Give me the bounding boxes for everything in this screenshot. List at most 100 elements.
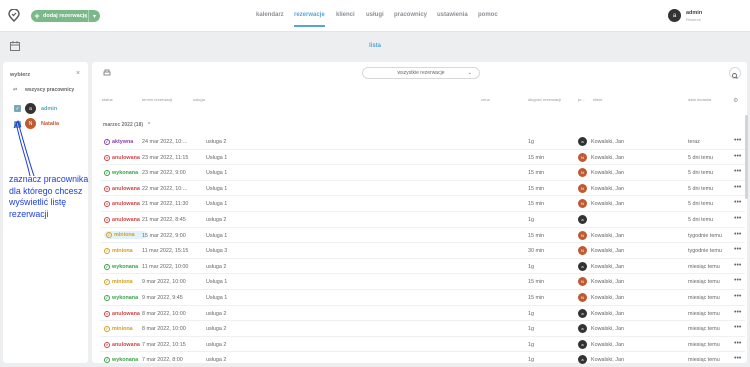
status-icon: × <box>104 217 110 223</box>
search-button[interactable] <box>729 67 741 79</box>
nav-calendar[interactable]: kalendarz <box>256 12 284 18</box>
table-row[interactable]: ✓ wykonana 9 mar 2022, 9:45 Usługa 1 15 min N… <box>100 290 745 306</box>
more-options-icon[interactable]: ••• <box>734 324 741 331</box>
status-label: miniona <box>112 248 133 255</box>
calendar-icon[interactable] <box>10 41 20 51</box>
table-row[interactable]: × anulowana 21 mar 2022, 8:45 usługa 2 1g a 5 … <box>100 212 745 228</box>
table-row[interactable]: × anulowana 7 mar 2022, 10:15 usługa 2 1g a Ko… <box>100 337 745 353</box>
app-logo-icon[interactable] <box>8 9 20 22</box>
scrollbar[interactable] <box>745 115 748 199</box>
column-header-added[interactable]: data dodania <box>688 97 711 102</box>
column-header-date[interactable]: termin rezerwacji <box>142 97 172 102</box>
client-name[interactable]: Kowalski, Jan <box>591 279 624 285</box>
more-options-icon[interactable]: ••• <box>734 184 741 191</box>
table-row[interactable]: ✓ aktywna 24 mar 2022, 10:... usługa 2 1g a Ko… <box>100 134 745 150</box>
more-options-icon[interactable]: ••• <box>734 199 741 206</box>
status-badge: ✓ aktywna <box>104 139 133 145</box>
more-options-icon[interactable]: ••• <box>734 355 741 362</box>
status-badge: ✓ miniona <box>104 326 133 333</box>
table-row[interactable]: ✓ wykonana 7 mar 2022, 8:00 usługa 2 1g a Kowa… <box>100 352 745 367</box>
more-options-icon[interactable]: ••• <box>734 262 741 269</box>
reservation-duration: 1g <box>528 341 534 348</box>
client-name[interactable]: Kowalski, Jan <box>591 357 624 363</box>
reservation-duration: 15 min <box>528 232 545 239</box>
table-row[interactable]: ✓ miniona 8 mar 2022, 10:00 usługa 2 1g a Kowa… <box>100 321 745 337</box>
sidebar-item-all-employees[interactable]: wszyscy pracownicy <box>25 87 74 93</box>
status-badge: ✓ wykonana <box>104 295 138 301</box>
client-name[interactable]: Kowalski, Jan <box>591 326 624 332</box>
column-header-duration[interactable]: długość rezerwacji <box>528 97 561 102</box>
column-header-status[interactable]: status <box>102 97 113 102</box>
table-row[interactable]: × anulowana 21 mar 2022, 11:30 Usługa 1 15 m… <box>100 196 745 212</box>
table-row[interactable]: ✓ wykonana 23 mar 2022, 9:00 Usługa 1 15 min… <box>100 165 745 181</box>
chevron-up-icon: ⌃ <box>147 122 152 128</box>
avatar: N <box>578 199 587 209</box>
column-header-service[interactable]: usługa <box>193 97 205 102</box>
table-row[interactable]: ✓ miniona 11 mar 2022, 15:15 Usługa 3 30 min… <box>100 243 745 259</box>
add-reservation-button[interactable]: + dodaj rezerwację ▾ <box>31 10 100 22</box>
nav-reservations[interactable]: rezerwacje <box>294 12 325 27</box>
plus-icon: + <box>34 11 40 21</box>
nav-settings[interactable]: ustawienia <box>437 12 468 18</box>
more-options-icon[interactable]: ••• <box>734 137 741 144</box>
group-label: marzec 2022 (18) <box>103 122 144 128</box>
table-row[interactable]: ✓ miniona 9 mar 2022, 10:00 Usługa 1 15 min N… <box>100 274 745 290</box>
added-date: 5 dni temu <box>688 217 714 223</box>
tab-list[interactable]: lista <box>369 43 381 49</box>
sidebar-item-admin[interactable]: admin <box>41 106 57 112</box>
more-options-icon[interactable]: ••• <box>734 168 741 175</box>
table-row[interactable]: × anulowana 22 mar 2022, 10:... Usługa 1 15 … <box>100 181 745 197</box>
table-row[interactable]: ✓ miniona 15 mar 2022, 9:00 Usługa 1 15 min N… <box>100 228 745 244</box>
more-options-icon[interactable]: ••• <box>734 246 741 253</box>
reservation-duration: 15 min <box>528 185 545 192</box>
client-name[interactable]: Kowalski, Jan <box>591 155 624 161</box>
column-header-client[interactable]: klient <box>593 97 602 102</box>
client-name[interactable]: Kowalski, Jan <box>591 201 624 207</box>
nav-clients[interactable]: klienci <box>336 12 355 18</box>
status-label: wykonana <box>112 357 139 364</box>
user-name[interactable]: admin <box>686 10 702 16</box>
more-options-icon[interactable]: ••• <box>734 277 741 284</box>
nav-help[interactable]: pomoc <box>478 12 498 18</box>
client-name[interactable]: Kowalski, Jan <box>591 139 624 145</box>
added-date: miesiąc temu <box>688 295 720 301</box>
nav-employees[interactable]: pracownicy <box>394 12 427 18</box>
status-label: anulowana <box>112 185 140 192</box>
add-reservation-label: dodaj rezerwację <box>43 13 88 19</box>
client-name[interactable]: Kowalski, Jan <box>591 311 624 317</box>
status-icon: ✓ <box>104 357 110 364</box>
client-name[interactable]: Kowalski, Jan <box>591 248 624 254</box>
table-row[interactable]: ✓ wykonana 11 mar 2022, 10:00 usługa 2 1g a Ko… <box>100 259 745 275</box>
added-date: 5 dni temu <box>688 185 714 192</box>
group-header[interactable]: marzec 2022 (18) ⌃ <box>103 122 151 128</box>
column-header-price[interactable]: cena <box>481 97 490 102</box>
print-icon[interactable] <box>103 69 111 77</box>
client-name[interactable]: Kowalski, Jan <box>591 170 624 176</box>
chevron-down-icon[interactable]: ▾ <box>88 10 100 22</box>
added-date: 5 dni temu <box>688 201 714 208</box>
more-options-icon[interactable]: ••• <box>734 340 741 347</box>
close-icon[interactable]: × <box>76 70 80 77</box>
column-header-employee[interactable]: pr... <box>578 97 585 102</box>
nav-services[interactable]: usługi <box>366 12 384 18</box>
user-avatar[interactable]: a <box>668 9 681 22</box>
status-icon: ✓ <box>106 231 112 238</box>
more-options-icon[interactable]: ••• <box>734 231 741 238</box>
client-name[interactable]: Kowalski, Jan <box>591 295 624 301</box>
more-options-icon[interactable]: ••• <box>734 293 741 300</box>
reservation-filter-select[interactable]: wszystkie rezerwacje ⌄ <box>362 67 480 79</box>
client-name[interactable]: Kowalski, Jan <box>591 342 624 348</box>
checkbox-admin[interactable]: ✓ <box>14 105 21 112</box>
gear-icon[interactable]: ⚙ <box>733 97 738 104</box>
more-options-icon[interactable]: ••• <box>734 153 741 160</box>
table-row[interactable]: × anulowana 23 mar 2022, 11:15 Usługa 1 15 m… <box>100 150 745 166</box>
client-name[interactable]: Kowalski, Jan <box>591 264 624 270</box>
client-name[interactable]: Kowalski, Jan <box>591 233 624 239</box>
status-label: wykonana <box>112 263 139 270</box>
client-name[interactable]: Kowalski, Jan <box>591 186 624 192</box>
annotation-arrow-icon <box>13 119 35 177</box>
more-options-icon[interactable]: ••• <box>734 309 741 316</box>
table-row[interactable]: × anulowana 8 mar 2022, 10:00 usługa 2 1g a Ko… <box>100 306 745 322</box>
status-badge: ✓ wykonana <box>104 357 139 364</box>
more-options-icon[interactable]: ••• <box>734 215 741 222</box>
